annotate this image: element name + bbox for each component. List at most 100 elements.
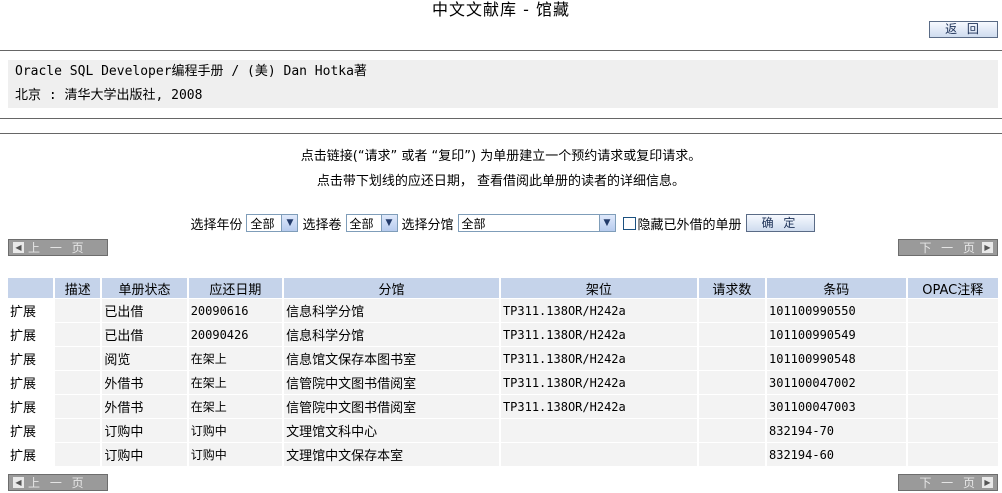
prev-page-button-bottom[interactable]: ◀ 上 一 页: [8, 474, 108, 491]
bib-title-line: Oracle SQL Developer编程手册 / (美) Dan Hotka…: [15, 64, 367, 79]
branch-select[interactable]: 全部 ▼: [457, 214, 616, 232]
cell-status: 已出借: [102, 323, 187, 346]
col-header-opac-note: OPAC注释: [907, 278, 998, 298]
table-row: 扩展 订购中 订购中 文理馆中文保存本室 832194-60: [8, 443, 998, 466]
col-header-requests: 请求数: [698, 278, 765, 298]
cell-expand-link[interactable]: 扩展: [8, 347, 54, 370]
cell-request-count: [698, 347, 765, 370]
holdings-body: 扩展 已出借 20090616 信息科学分馆 TP311.138OR/H242a 1011…: [8, 299, 998, 466]
chevron-down-icon: ▼: [380, 215, 397, 231]
next-page-label: 下 一 页: [919, 476, 978, 490]
cell-branch: 文理馆中文保存本室: [284, 443, 499, 466]
cell-request-count: [698, 419, 765, 442]
divider: [0, 118, 1002, 119]
cell-description: [55, 419, 101, 442]
cell-status: 外借书: [102, 395, 187, 418]
table-row: 扩展 阅览 在架上 信息馆文保存本图书室 TP311.138OR/H242a 101100…: [8, 347, 998, 370]
cell-opac-note: [907, 443, 998, 466]
next-page-button-top[interactable]: 下 一 页 ▶: [898, 239, 998, 256]
confirm-button[interactable]: 确 定: [745, 214, 815, 232]
cell-expand-link[interactable]: 扩展: [8, 395, 54, 418]
divider: [0, 50, 1002, 51]
cell-barcode: 301100047003: [767, 395, 906, 418]
cell-description: [55, 443, 101, 466]
cell-opac-note: [907, 419, 998, 442]
volume-label: 选择卷: [302, 217, 342, 233]
cell-barcode: 101100990550: [767, 299, 906, 322]
col-header-shelf: 架位: [500, 278, 697, 298]
prev-page-label: 上 一 页: [28, 476, 87, 490]
cell-status: 外借书: [102, 371, 187, 394]
year-select[interactable]: 全部 ▼: [246, 214, 299, 232]
cell-due-date: 订购中: [188, 443, 283, 466]
prev-page-button-top[interactable]: ◀ 上 一 页: [8, 239, 108, 256]
cell-opac-note: [907, 299, 998, 322]
divider: [0, 133, 1002, 134]
volume-select[interactable]: 全部 ▼: [345, 214, 398, 232]
next-page-label: 下 一 页: [919, 241, 978, 255]
cell-barcode: 832194-60: [767, 443, 906, 466]
cell-due-date: 在架上: [188, 371, 283, 394]
cell-shelf-mark: TP311.138OR/H242a: [500, 323, 697, 346]
triangle-left-icon: ◀: [13, 477, 24, 488]
return-button[interactable]: 返 回: [929, 21, 998, 38]
cell-barcode: 301100047002: [767, 371, 906, 394]
cell-expand-link[interactable]: 扩展: [8, 371, 54, 394]
volume-select-value: 全部: [349, 216, 374, 231]
cell-opac-note: [907, 395, 998, 418]
cell-status: 阅览: [102, 347, 187, 370]
bib-publisher-line: 北京 : 清华大学出版社, 2008: [15, 88, 203, 103]
hide-loaned-label: 隐藏已外借的单册: [637, 217, 742, 233]
year-select-value: 全部: [250, 216, 275, 231]
cell-branch: 文理馆文科中心: [284, 419, 499, 442]
cell-description: [55, 371, 101, 394]
hide-loaned-checkbox[interactable]: [622, 216, 636, 230]
cell-expand-link[interactable]: 扩展: [8, 323, 54, 346]
branch-select-value: 全部: [461, 216, 486, 231]
cell-status: 已出借: [102, 299, 187, 322]
chevron-down-icon: ▼: [598, 215, 615, 231]
cell-branch: 信管院中文图书借阅室: [284, 371, 499, 394]
cell-shelf-mark: [500, 443, 697, 466]
table-row: 扩展 外借书 在架上 信管院中文图书借阅室 TP311.138OR/H242a 30110…: [8, 371, 998, 394]
holdings-table: 描述 单册状态 应还日期 分馆 架位 请求数 条码 OPAC注释 扩展 已出借 20…: [6, 277, 1000, 467]
year-label: 选择年份: [190, 217, 243, 233]
cell-shelf-mark: [500, 419, 697, 442]
cell-request-count: [698, 395, 765, 418]
cell-due-date: 订购中: [188, 419, 283, 442]
cell-opac-note: [907, 323, 998, 346]
col-header-branch: 分馆: [284, 278, 499, 298]
table-row: 扩展 订购中 订购中 文理馆文科中心 832194-70: [8, 419, 998, 442]
cell-expand-link[interactable]: 扩展: [8, 299, 54, 322]
cell-description: [55, 299, 101, 322]
cell-opac-note: [907, 371, 998, 394]
cell-branch: 信息馆文保存本图书室: [284, 347, 499, 370]
prev-page-label: 上 一 页: [28, 241, 87, 255]
table-header-row: 描述 单册状态 应还日期 分馆 架位 请求数 条码 OPAC注释: [8, 278, 998, 298]
col-header-barcode: 条码: [767, 278, 906, 298]
instruction-line-2: 点击带下划线的应还日期， 查看借阅此单册的读者的详细信息。: [316, 174, 686, 189]
table-row: 扩展 已出借 20090426 信息科学分馆 TP311.138OR/H242a 1011…: [8, 323, 998, 346]
cell-shelf-mark: TP311.138OR/H242a: [500, 371, 697, 394]
cell-request-count: [698, 443, 765, 466]
cell-branch: 信息科学分馆: [284, 323, 499, 346]
cell-branch: 信息科学分馆: [284, 299, 499, 322]
triangle-left-icon: ◀: [13, 242, 24, 253]
cell-barcode: 832194-70: [767, 419, 906, 442]
cell-description: [55, 347, 101, 370]
col-header-description: 描述: [55, 278, 101, 298]
next-page-button-bottom[interactable]: 下 一 页 ▶: [898, 474, 998, 491]
cell-request-count: [698, 371, 765, 394]
cell-expand-link[interactable]: 扩展: [8, 419, 54, 442]
branch-label: 选择分馆: [401, 217, 454, 233]
table-row: 扩展 已出借 20090616 信息科学分馆 TP311.138OR/H242a 1011…: [8, 299, 998, 322]
cell-shelf-mark: TP311.138OR/H242a: [500, 299, 697, 322]
cell-barcode: 101100990549: [767, 323, 906, 346]
col-header-status: 单册状态: [102, 278, 187, 298]
bib-info: Oracle SQL Developer编程手册 / (美) Dan Hotka…: [8, 60, 998, 108]
cell-due-date: 20090616: [188, 299, 283, 322]
triangle-right-icon: ▶: [982, 477, 993, 488]
cell-due-date: 20090426: [188, 323, 283, 346]
col-header-due-date: 应还日期: [188, 278, 283, 298]
cell-expand-link[interactable]: 扩展: [8, 443, 54, 466]
